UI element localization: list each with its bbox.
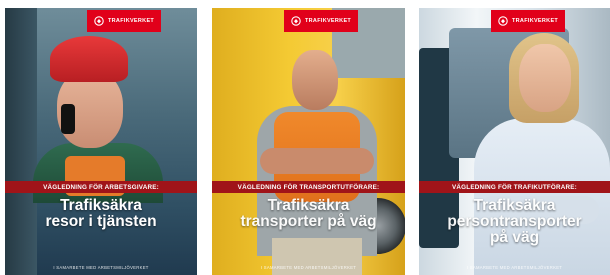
guide-card-transportutforare[interactable]: TRAFIKVERKET VÄGLEDNING FÖR TRANSPORTUTF…	[212, 8, 405, 275]
cover-footer: I SAMARBETE MED ARBETSMILJÖVERKET	[260, 265, 357, 270]
guide-banner: VÄGLEDNING FÖR TRANSPORTUTFÖRARE:	[212, 181, 405, 193]
guide-title-line-2: resor i tjänsten	[45, 213, 157, 230]
person-face	[519, 44, 571, 112]
hard-hat	[50, 36, 128, 82]
guide-banner: VÄGLEDNING FÖR ARBETSGIVARE:	[5, 181, 197, 193]
guide-title: Trafiksäkra transporter på väg	[212, 198, 405, 230]
guide-title-line-1: Trafiksäkra	[267, 197, 350, 214]
guide-banner: VÄGLEDNING FÖR TRAFIKUTFÖRARE:	[419, 181, 610, 193]
logo-text: TRAFIKVERKET	[305, 18, 352, 24]
cover-footer: I SAMARBETE MED ARBETSMILJÖVERKET	[466, 265, 563, 270]
trafikverket-logo-icon	[291, 16, 301, 26]
logo-text: TRAFIKVERKET	[108, 18, 155, 24]
cab-frame	[5, 8, 37, 275]
guide-card-trafikutforare[interactable]: TRAFIKVERKET VÄGLEDNING FÖR TRAFIKUTFÖRA…	[419, 8, 610, 275]
trafikverket-logo: TRAFIKVERKET	[491, 10, 566, 32]
guide-title-line-1: Trafiksäkra	[473, 197, 556, 214]
guide-title-line-3: på väg	[489, 229, 540, 246]
trafikverket-logo-icon	[94, 16, 104, 26]
trafikverket-logo: TRAFIKVERKET	[87, 10, 162, 32]
guide-title: Trafiksäkra resor i tjänsten	[5, 198, 197, 230]
crossed-arms	[260, 148, 374, 174]
guide-title-line-1: Trafiksäkra	[60, 197, 142, 214]
guide-title-line-2: transporter på väg	[240, 213, 377, 230]
trafikverket-logo: TRAFIKVERKET	[284, 10, 359, 32]
mobile-phone	[61, 104, 75, 134]
guide-card-arbetsgivare[interactable]: TRAFIKVERKET VÄGLEDNING FÖR ARBETSGIVARE…	[5, 8, 197, 275]
logo-text: TRAFIKVERKET	[512, 18, 559, 24]
cover-footer: I SAMARBETE MED ARBETSMILJÖVERKET	[53, 265, 149, 270]
guide-title-line-2: persontransporter	[447, 213, 582, 230]
trafikverket-logo-icon	[498, 16, 508, 26]
guide-title: Trafiksäkra persontransporter på väg	[419, 198, 610, 246]
person-face	[292, 50, 338, 110]
